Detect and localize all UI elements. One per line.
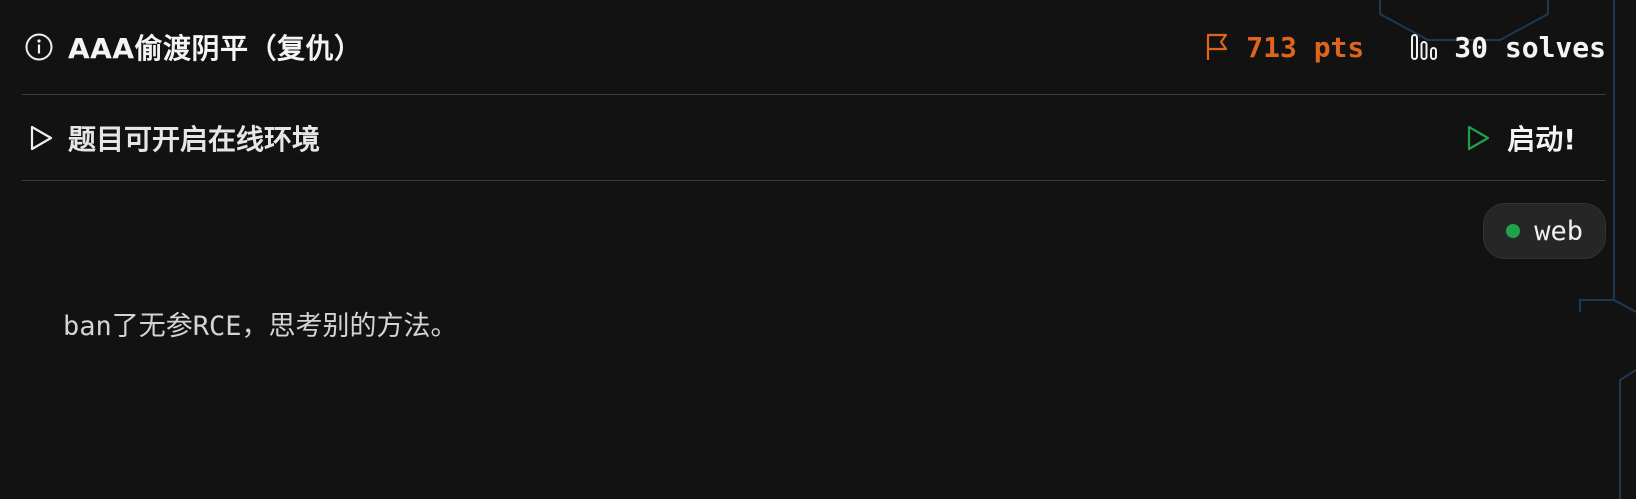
category-tag[interactable]: web bbox=[1483, 203, 1606, 259]
challenge-title: AAA偷渡阴平（复仇） bbox=[68, 32, 363, 65]
environment-label: 题目可开启在线环境 bbox=[68, 122, 321, 156]
environment-row: 题目可开启在线环境 启动! bbox=[22, 95, 1606, 181]
environment-info: 题目可开启在线环境 bbox=[28, 118, 320, 158]
category-label: web bbox=[1534, 215, 1583, 247]
challenge-panel: AAA偷渡阴平（复仇） 713 pts 30 solves 题目可开启在线环境 … bbox=[22, 0, 1606, 259]
launch-button[interactable]: 启动! bbox=[1465, 118, 1576, 158]
launch-label: 启动! bbox=[1507, 122, 1576, 156]
title-group: AAA偷渡阴平（复仇） bbox=[24, 27, 363, 67]
launch-play-icon bbox=[1465, 124, 1491, 152]
solves-value: 30 solves bbox=[1454, 30, 1606, 64]
flag-icon bbox=[1204, 32, 1230, 62]
play-icon bbox=[28, 124, 54, 152]
points-value: 713 pts bbox=[1246, 30, 1365, 64]
points-stat: 713 pts bbox=[1204, 31, 1364, 64]
info-icon[interactable] bbox=[24, 32, 54, 62]
tag-area: web bbox=[22, 181, 1606, 259]
challenge-description: ban了无参RCE，思考别的方法。 bbox=[63, 311, 458, 342]
bar-chart-icon bbox=[1410, 32, 1438, 62]
category-dot-icon bbox=[1506, 224, 1521, 238]
solves-stat: 30 solves bbox=[1410, 31, 1606, 64]
challenge-header: AAA偷渡阴平（复仇） 713 pts 30 solves bbox=[22, 0, 1606, 95]
challenge-stats: 713 pts 30 solves bbox=[1204, 31, 1606, 64]
